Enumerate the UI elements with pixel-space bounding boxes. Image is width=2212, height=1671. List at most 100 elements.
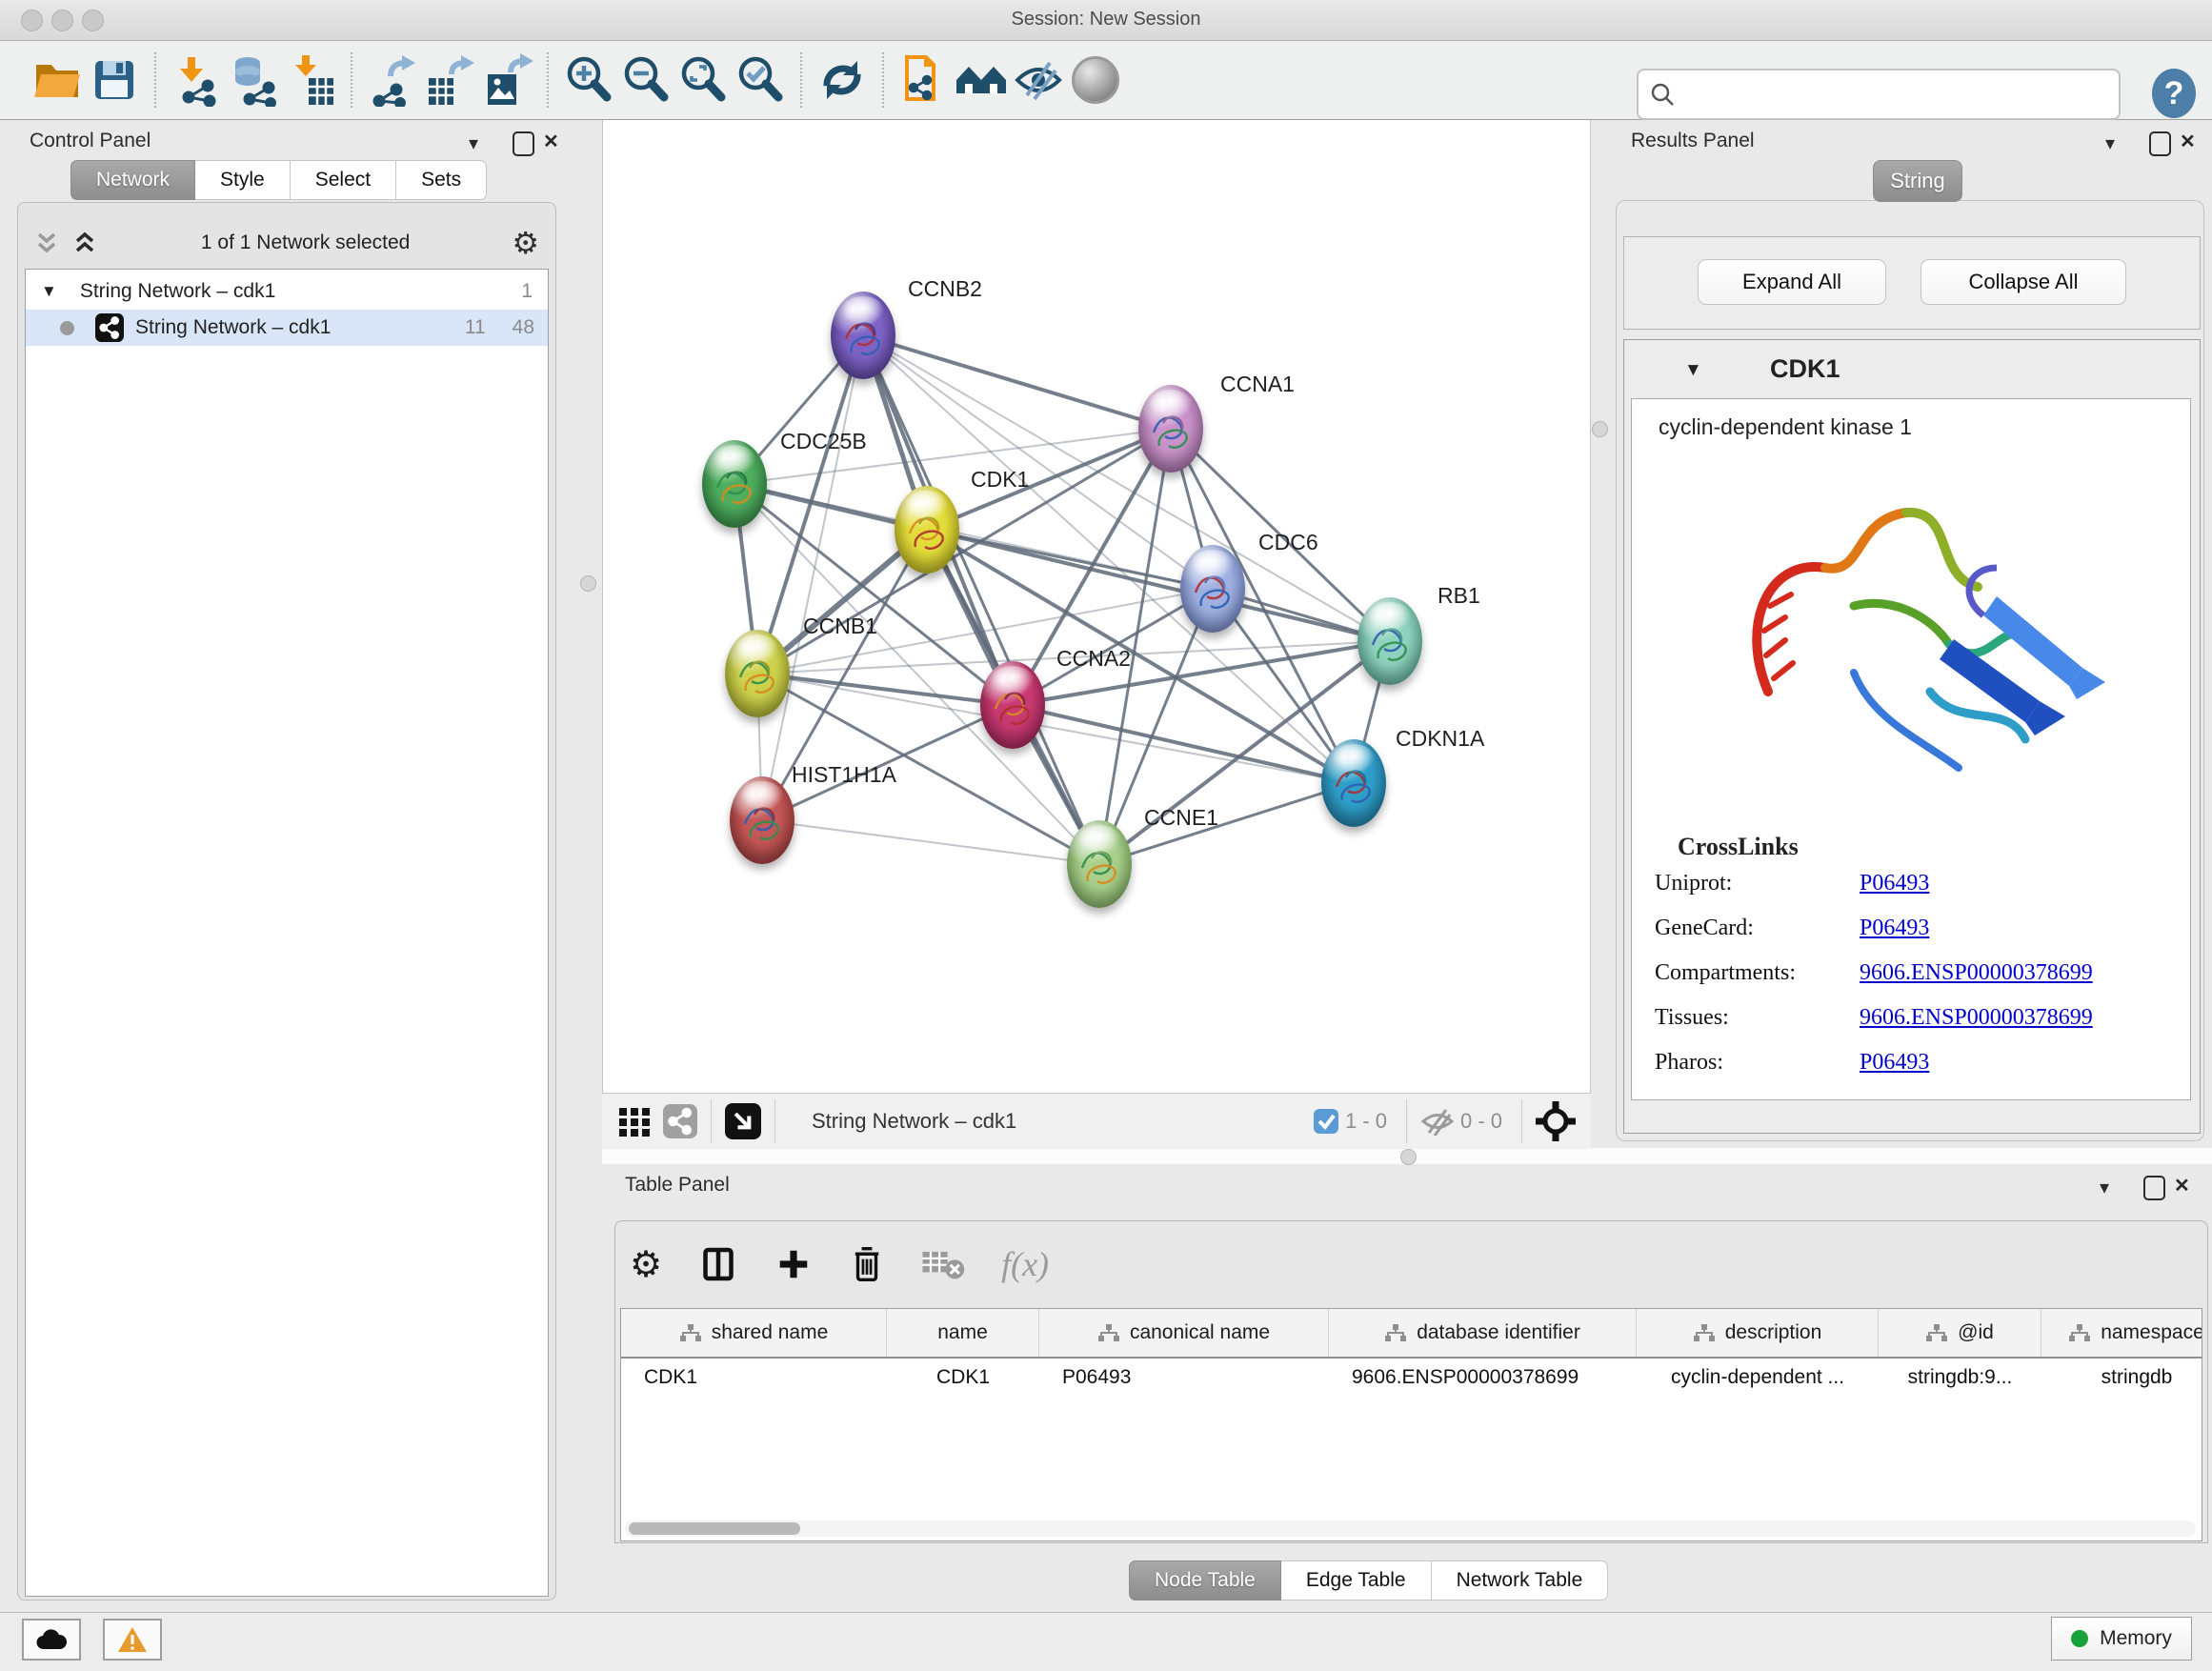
node-CCNE1[interactable]	[1067, 820, 1132, 908]
open-session-button[interactable]	[29, 50, 86, 110]
right-splitter-handle[interactable]	[1592, 421, 1608, 437]
control-panel-float-icon[interactable]: ▾	[469, 131, 478, 155]
left-splitter-handle[interactable]	[580, 575, 596, 592]
table-horizontal-scrollbar[interactable]	[625, 1520, 2196, 1537]
zoom-out-button[interactable]	[617, 50, 674, 110]
table-settings-gear-icon[interactable]: ⚙	[630, 1243, 662, 1285]
control-panel-close-icon[interactable]: ✕	[543, 130, 559, 153]
birdseye-view-icon[interactable]	[725, 1103, 761, 1139]
node-CCNB2[interactable]	[831, 292, 895, 379]
scrollbar-thumb[interactable]	[629, 1522, 800, 1535]
gene-details-box: cyclin-dependent kinase 1 CrossLinks Uni…	[1631, 398, 2191, 1100]
node-CDC25B[interactable]	[702, 440, 767, 528]
node-gloss	[1369, 602, 1411, 631]
gene-collapse-arrow-icon[interactable]: ▼	[1684, 360, 1702, 381]
collapse-all-icon[interactable]	[32, 229, 61, 257]
node-CCNA1[interactable]	[1138, 385, 1203, 473]
node-label-CDC25B: CDC25B	[780, 429, 867, 454]
horizontal-splitter-handle[interactable]	[1400, 1149, 1417, 1165]
network-collection-row[interactable]: ▼ String Network – cdk1 1	[26, 273, 548, 310]
crosslink-value-link[interactable]: P06493	[1860, 871, 1929, 896]
node-gloss	[736, 634, 778, 663]
show-columns-icon[interactable]	[698, 1243, 738, 1285]
column-header-name[interactable]: name	[887, 1309, 1039, 1357]
table-panel-close-icon[interactable]: ✕	[2174, 1174, 2190, 1198]
network-row-selected[interactable]: String Network – cdk1 11 48	[26, 310, 548, 346]
share-view-icon[interactable]	[663, 1104, 697, 1138]
share-network-file-button[interactable]	[895, 50, 953, 110]
import-table-button[interactable]	[282, 50, 339, 110]
import-network-database-button[interactable]	[225, 50, 282, 110]
tab-sets[interactable]: Sets	[396, 160, 487, 200]
zoom-selected-button[interactable]	[732, 50, 789, 110]
help-button[interactable]: ?	[2152, 69, 2196, 118]
results-panel-float-icon[interactable]: ▾	[2105, 131, 2115, 155]
results-panel-maximize-icon[interactable]	[2149, 131, 2171, 156]
tab-style[interactable]: Style	[195, 160, 291, 200]
node-CDC6[interactable]	[1180, 545, 1245, 633]
tab-select[interactable]: Select	[291, 160, 396, 200]
tab-edge-table[interactable]: Edge Table	[1281, 1560, 1432, 1601]
node-CCNB1[interactable]	[725, 630, 790, 717]
control-panel-maximize-icon[interactable]	[513, 131, 534, 156]
search-input[interactable]	[1680, 74, 2113, 112]
crosslink-value-link[interactable]: P06493	[1860, 916, 1929, 941]
create-column-plus-icon[interactable]	[774, 1245, 813, 1283]
node-label-CDC6: CDC6	[1258, 530, 1318, 555]
results-panel-close-icon[interactable]: ✕	[2180, 130, 2196, 153]
node-CDKN1A[interactable]	[1321, 739, 1386, 827]
delete-table-icon[interactable]	[921, 1247, 965, 1281]
tab-node-table[interactable]: Node Table	[1129, 1560, 1281, 1601]
delete-column-trash-icon[interactable]	[849, 1243, 885, 1285]
column-header--id[interactable]: @id	[1879, 1309, 2041, 1357]
network-canvas[interactable]: CCNB2CCNA1CDC25BCDK1CDC6RB1CCNB1CCNA2CDK…	[602, 120, 1591, 1093]
status-bar	[0, 1612, 2212, 1671]
hidden-eye-icon[interactable]	[1420, 1107, 1455, 1136]
collapse-arrow-icon[interactable]: ▼	[41, 282, 57, 301]
gear-icon[interactable]: ⚙	[512, 225, 539, 261]
export-network-button[interactable]	[364, 50, 421, 110]
eye-button[interactable]	[1067, 50, 1124, 110]
fit-content-icon[interactable]	[1536, 1101, 1576, 1141]
horizontal-splitter[interactable]	[602, 1148, 2212, 1164]
crosslink-value-link[interactable]: 9606.ENSP00000378699	[1860, 960, 2093, 986]
expand-all-button[interactable]: Expand All	[1698, 259, 1886, 305]
crosslink-value-link[interactable]: P06493	[1860, 1050, 1929, 1076]
crosslink-value-link[interactable]: 9606.ENSP00000378699	[1860, 1005, 2093, 1031]
column-header-canonical-name[interactable]: canonical name	[1039, 1309, 1329, 1357]
tab-network-table[interactable]: Network Table	[1432, 1560, 1609, 1601]
node-HIST1H1A[interactable]	[730, 776, 794, 864]
column-header-shared-name[interactable]: shared name	[621, 1309, 887, 1357]
table-panel-float-icon[interactable]: ▾	[2100, 1176, 2109, 1199]
cloud-status-button[interactable]	[22, 1619, 81, 1661]
window-title: Session: New Session	[0, 9, 2212, 30]
column-header-database-identifier[interactable]: database identifier	[1329, 1309, 1637, 1357]
selected-checkbox-icon[interactable]	[1313, 1108, 1339, 1135]
column-header-description[interactable]: description	[1637, 1309, 1879, 1357]
node-CCNA2[interactable]	[980, 661, 1045, 749]
network-view-toolbar: String Network – cdk1 1 - 0 0 - 0	[602, 1093, 1591, 1149]
function-builder-icon[interactable]: f(x)	[1001, 1244, 1049, 1284]
table-panel-maximize-icon[interactable]	[2143, 1176, 2165, 1200]
zoom-fit-button[interactable]	[674, 50, 732, 110]
node-RB1[interactable]	[1357, 597, 1422, 685]
export-image-button[interactable]	[478, 50, 535, 110]
import-network-file-button[interactable]	[168, 50, 225, 110]
node-CDK1[interactable]	[895, 486, 959, 574]
zoom-in-button[interactable]	[560, 50, 617, 110]
home-databases-button[interactable]	[953, 50, 1010, 110]
tab-network[interactable]: Network	[70, 160, 195, 200]
tab-string[interactable]: String	[1873, 160, 1962, 202]
hide-panel-button[interactable]	[1010, 50, 1067, 110]
collapse-all-button[interactable]: Collapse All	[1920, 259, 2126, 305]
column-header-namespace[interactable]: namespace	[2041, 1309, 2202, 1357]
document-share-icon	[897, 53, 951, 107]
warning-status-button[interactable]	[103, 1619, 162, 1661]
grid-view-icon[interactable]	[617, 1104, 652, 1138]
memory-button[interactable]: Memory	[2051, 1617, 2192, 1661]
save-session-button[interactable]	[86, 50, 143, 110]
expand-all-icon[interactable]	[70, 229, 99, 257]
apply-layout-button[interactable]	[814, 50, 871, 110]
table-row[interactable]: CDK1CDK1P064939606.ENSP00000378699cyclin…	[621, 1359, 2202, 1397]
export-table-button[interactable]	[421, 50, 478, 110]
